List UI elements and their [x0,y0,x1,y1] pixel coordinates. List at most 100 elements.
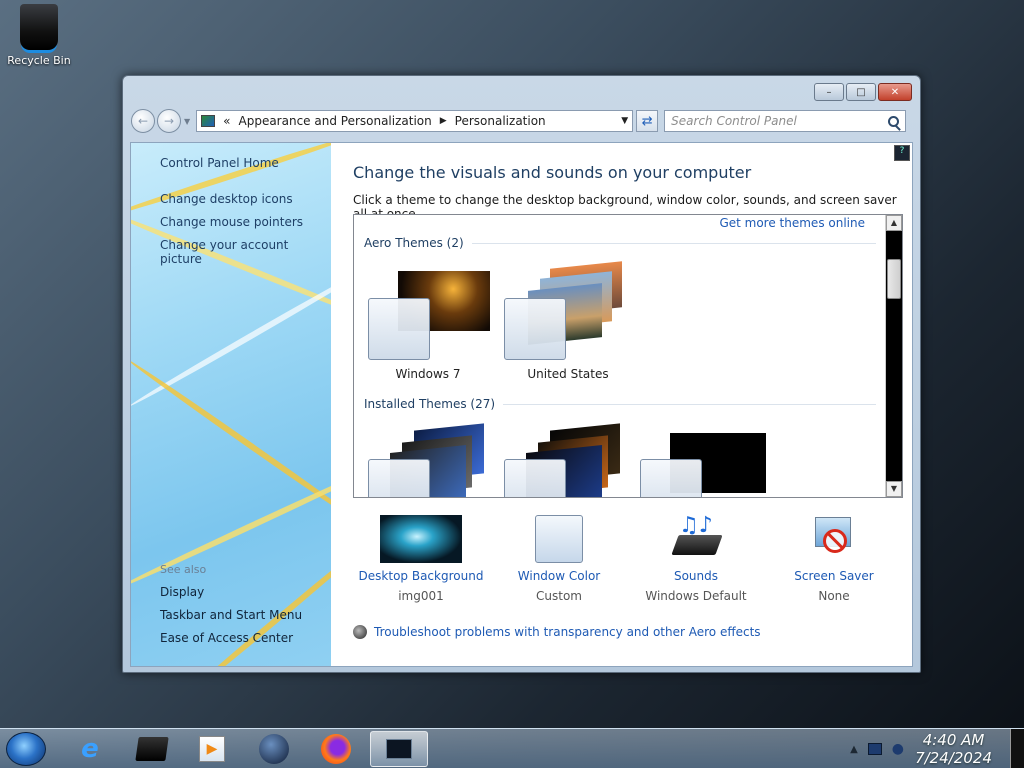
troubleshoot-link[interactable]: Troubleshoot problems with transparency … [353,625,761,639]
change-mouse-pointers-link[interactable]: Change mouse pointers [160,215,303,229]
network-icon[interactable] [867,743,882,755]
breadcrumb-appearance[interactable]: Appearance and Personalization [239,114,432,128]
address-dropdown-icon[interactable]: ▼ [621,116,628,126]
control-panel-icon [201,115,216,127]
breadcrumb-overflow[interactable]: « [223,114,230,128]
theme-label: Windows 7 [395,367,461,381]
themes-list: Get more themes online Aero Themes (2) W… [353,214,903,498]
decorative-streak [131,263,331,409]
installed-theme-2[interactable] [504,423,634,497]
address-bar[interactable]: « Appearance and Personalization ▶ Perso… [196,110,634,132]
clock[interactable]: 4:40 AM 7/24/2024 [915,731,992,767]
screen-saver-label[interactable]: Screen Saver [764,569,904,583]
scroll-up-arrow-icon[interactable]: ▲ [886,215,902,231]
theme-glass-swatch [368,459,430,497]
taskbar: e ▶ ▲ ● 4:40 AM 7/24/2024 [0,728,1024,768]
theme-label: United States [527,367,609,381]
installed-theme-1[interactable] [368,423,498,497]
scroll-down-arrow-icon[interactable]: ▼ [886,481,902,497]
internet-explorer-taskbar-button[interactable]: e [64,731,116,767]
search-icon[interactable] [888,115,900,127]
screen-saver-item[interactable]: Screen Saver None [764,515,904,603]
breadcrumb-arrow-icon[interactable]: ▶ [440,116,447,126]
maximize-button[interactable]: □ [846,83,876,101]
firefox-icon [321,734,351,764]
troubleshoot-label[interactable]: Troubleshoot problems with transparency … [374,625,761,639]
sidebar: Control Panel Home Change desktop icons … [131,143,331,666]
recent-pages-dropdown-icon[interactable]: ▼ [184,117,190,126]
recycle-bin-label: Recycle Bin [7,54,71,67]
desktop-background-label[interactable]: Desktop Background [351,569,491,583]
content-area: Control Panel Home Change desktop icons … [130,142,913,667]
window-controls: – □ ✕ [814,83,912,101]
sounds-label[interactable]: Sounds [626,569,766,583]
desktop-background-value: img001 [398,589,444,603]
desktop-background-item[interactable]: Desktop Background img001 [351,515,491,603]
theme-glass-swatch [368,298,430,360]
installed-themes-header: Installed Themes (27) [364,397,876,411]
change-desktop-icons-link[interactable]: Change desktop icons [160,192,293,206]
screen-saver-icon [809,515,859,563]
installed-themes-header-text: Installed Themes (27) [364,397,496,411]
close-button[interactable]: ✕ [878,83,912,101]
decorative-streak [131,143,331,220]
window-color-value: Custom [536,589,582,603]
clock-date: 7/24/2024 [915,749,992,767]
minimize-button[interactable]: – [814,83,844,101]
recycle-bin-desktop-icon[interactable]: Recycle Bin [4,4,74,67]
media-player-icon: ▶ [199,736,225,762]
file-explorer-taskbar-button[interactable] [126,731,178,767]
get-more-themes-link[interactable]: Get more themes online [719,216,865,230]
search-placeholder: Search Control Panel [671,114,797,128]
ease-of-access-link[interactable]: Ease of Access Center [160,631,293,645]
control-panel-taskbar-button[interactable] [370,731,428,767]
help-icon[interactable]: ? [894,145,910,161]
system-tray: ▲ ● [850,741,904,757]
theme-glass-swatch [640,459,702,497]
screen-saver-value: None [818,589,850,603]
scrollbar-thumb[interactable] [887,259,901,299]
clock-time: 4:40 AM [922,731,985,749]
troubleshoot-icon [353,625,367,639]
display-link[interactable]: Display [160,585,204,599]
control-panel-taskbar-icon [386,739,412,759]
window-color-item[interactable]: Window Color Custom [489,515,629,603]
recycle-bin-icon [20,4,58,50]
search-input[interactable]: Search Control Panel [664,110,907,132]
window-color-swatch [535,515,583,563]
desktop-background-thumbnail [380,515,462,563]
themes-scrollbar[interactable]: ▲ ▼ [885,215,902,497]
installed-theme-3[interactable] [640,427,770,497]
forward-button[interactable]: → [157,109,181,133]
change-account-picture-link[interactable]: Change your account picture [160,238,331,266]
aero-themes-header-text: Aero Themes (2) [364,236,464,250]
decorative-streak [131,357,331,535]
back-button[interactable]: ← [131,109,155,133]
personalization-window: – □ ✕ ← → ▼ « Appearance and Personaliza… [122,75,921,673]
theme-united-states[interactable]: United States [504,261,634,381]
window-color-label[interactable]: Window Color [489,569,629,583]
start-button[interactable] [6,732,46,766]
show-desktop-button[interactable] [1010,729,1024,768]
aero-themes-header: Aero Themes (2) [364,236,876,250]
globe-app-taskbar-button[interactable] [248,731,300,767]
volume-icon[interactable]: ● [892,741,904,757]
sounds-item[interactable]: ♫♪ Sounds Windows Default [626,515,766,604]
taskbar-start-menu-link[interactable]: Taskbar and Start Menu [160,608,302,622]
breadcrumb-personalization[interactable]: Personalization [455,114,546,128]
refresh-button[interactable]: ⇄ [636,110,659,132]
sounds-value: Windows Default [645,589,747,603]
globe-icon [259,734,289,764]
theme-glass-swatch [504,459,566,497]
firefox-taskbar-button[interactable] [310,731,362,767]
main-pane: ? Change the visuals and sounds on your … [331,143,912,666]
folder-icon [135,737,169,761]
see-also-label: See also [160,563,207,576]
theme-windows-7[interactable]: Windows 7 [368,271,498,381]
show-hidden-icons-icon[interactable]: ▲ [850,744,858,755]
internet-explorer-icon: e [81,734,99,764]
media-player-taskbar-button[interactable]: ▶ [186,731,238,767]
theme-glass-swatch [504,298,566,360]
sounds-icon: ♫♪ [671,515,723,563]
control-panel-home-link[interactable]: Control Panel Home [160,156,279,170]
